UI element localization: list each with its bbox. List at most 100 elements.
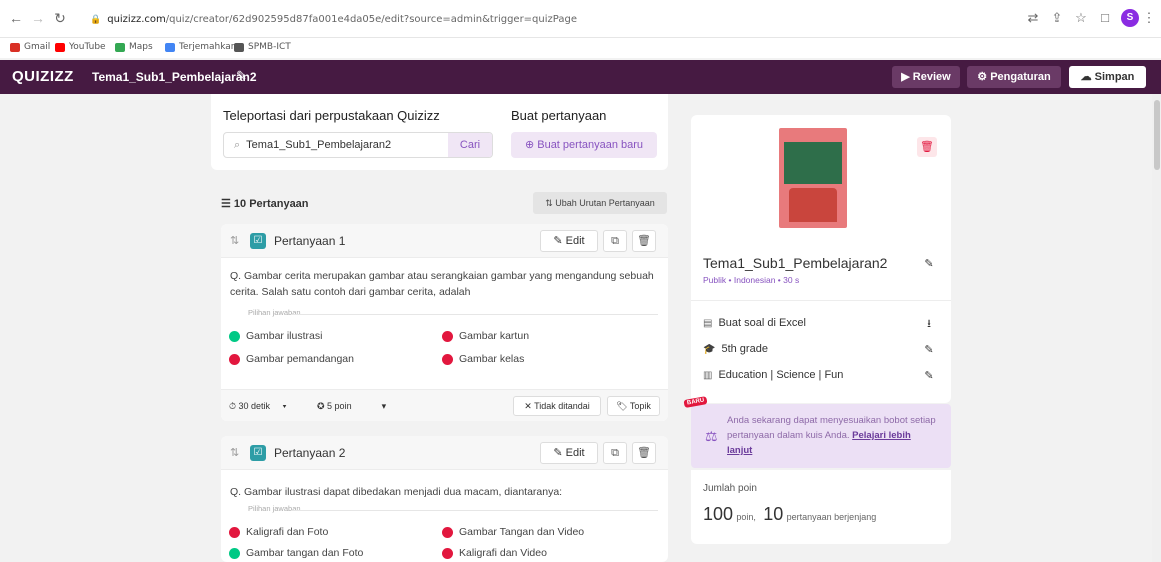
bookmark-youtube[interactable]: YouTube — [55, 42, 106, 52]
reload-icon[interactable]: ↻ — [52, 10, 68, 26]
create-new-question-button[interactable]: ⊕ Buat pertanyaan baru — [511, 132, 657, 158]
app-header: QUIZIZZ Tema1_Sub1_Pembelajaran2 ✎ ▶ Rev… — [0, 60, 1161, 94]
choice-item: Kaligrafi dan Foto — [229, 526, 328, 538]
choice-item: Gambar tangan dan Foto — [229, 547, 363, 559]
points-card: Jumlah poin 100 poin, 10 pertanyaan berj… — [691, 470, 951, 544]
reorder-label: Ubah Urutan Pertanyaan — [555, 198, 655, 208]
bookmark-label: Maps — [129, 42, 153, 52]
quiz-name: Tema1_Sub1_Pembelajaran2 — [703, 255, 888, 271]
search-icon: ⌕ — [234, 139, 241, 151]
grade-row[interactable]: 🎓 5th grade — [703, 343, 768, 355]
duplicate-icon[interactable]: ⧉ — [603, 230, 627, 252]
choice-text: Gambar pemandangan — [246, 353, 354, 365]
cover-figures — [789, 188, 837, 222]
bookmark-gmail[interactable]: Gmail — [10, 42, 50, 52]
choice-text: Kaligrafi dan Video — [459, 547, 547, 559]
topic-button[interactable]: 🏷 Topik — [607, 396, 660, 416]
untagged-label: Tidak ditandai — [534, 401, 590, 411]
choice-item: Gambar kartun — [442, 330, 529, 342]
edit-name-pencil-icon[interactable]: ✎ — [919, 255, 939, 273]
quizizz-logo[interactable]: QUIZIZZ — [12, 68, 74, 85]
bookmark-maps[interactable]: Maps — [115, 42, 153, 52]
forward-icon[interactable]: → — [30, 10, 46, 26]
subjects-row[interactable]: ▥ Education | Science | Fun — [703, 369, 843, 381]
question-card-1: ⇅ ☑ Pertanyaan 1 ✎ Edit ⧉ 🗑 Q. Gambar ce… — [221, 224, 668, 421]
choice-text: Gambar kelas — [459, 353, 525, 365]
quiz-cover-image[interactable] — [779, 128, 847, 228]
translate-bookmark-icon — [165, 42, 175, 52]
choice-item: Gambar kelas — [442, 353, 524, 365]
divider — [291, 510, 658, 511]
multiple-choice-icon: ☑ — [250, 233, 266, 249]
graduation-icon: 🎓 — [703, 343, 716, 355]
sidepanel-icon[interactable]: □ — [1096, 10, 1114, 26]
review-button[interactable]: ▶ Review — [892, 66, 960, 88]
bookmarks-bar: Gmail YouTube Maps Terjemahkan SPMB-ICT — [0, 38, 1161, 58]
bookmark-label: Terjemahkan — [179, 42, 237, 52]
bookmark-label: YouTube — [69, 42, 106, 52]
duplicate-icon[interactable]: ⧉ — [603, 442, 627, 464]
url-path: /quiz/creator/62d902595d87fa001e4da05e/e… — [165, 14, 577, 25]
share-icon[interactable]: ⇪ — [1048, 10, 1066, 26]
address-bar[interactable]: 🔒 quizizz.com/quiz/creator/62d902595d87fa… — [90, 10, 940, 30]
choice-item: Kaligrafi dan Video — [442, 547, 547, 559]
choice-item: Gambar pemandangan — [229, 353, 354, 365]
save-button[interactable]: ☁ Simpan — [1069, 66, 1146, 88]
drag-handle-icon[interactable]: ⇅ — [230, 446, 239, 459]
choice-text: Gambar ilustrasi — [246, 330, 323, 342]
points-select[interactable]: ✪ 5 poin ▾ — [317, 397, 427, 415]
gmail-icon — [10, 42, 20, 52]
back-icon[interactable]: ← — [8, 10, 24, 26]
incorrect-dot-icon — [442, 353, 453, 365]
edit-button[interactable]: ✎ Edit — [540, 230, 598, 252]
choices-label: Pilihan jawaban — [248, 504, 301, 513]
points-value: 5 poin — [327, 401, 352, 411]
points-label: Jumlah poin — [703, 483, 757, 494]
spmb-icon — [234, 42, 244, 52]
choice-text: Gambar Tangan dan Video — [459, 526, 585, 538]
maps-icon — [115, 42, 125, 52]
questions-unit: pertanyaan berjenjang — [786, 512, 877, 522]
question-header: ⇅ ☑ Pertanyaan 2 ✎ Edit ⧉ 🗑 — [221, 436, 668, 470]
scrollbar-thumb[interactable] — [1154, 100, 1160, 170]
quiz-meta[interactable]: Publik • Indonesian • 30 s — [703, 275, 799, 285]
profile-avatar[interactable]: S — [1121, 9, 1139, 27]
bookmark-spmb[interactable]: SPMB-ICT — [234, 42, 291, 52]
menu-kebab-icon[interactable]: ⋮ — [1140, 10, 1158, 26]
promo-text: Anda sekarang dapat menyesuaikan bobot s… — [727, 413, 937, 458]
drag-handle-icon[interactable]: ⇅ — [230, 234, 239, 247]
choices-label: Pilihan jawaban — [248, 308, 301, 317]
delete-icon[interactable]: 🗑 — [632, 230, 656, 252]
question-text: Q. Gambar cerita merupakan gambar atau s… — [230, 270, 654, 298]
excel-row[interactable]: ▤ Buat soal di Excel — [703, 317, 806, 329]
bookmark-translate[interactable]: Terjemahkan — [165, 42, 237, 52]
time-value: 30 detik — [238, 401, 271, 411]
untagged-button[interactable]: ✕ Tidak ditandai — [513, 396, 601, 416]
question-text: Q. Gambar ilustrasi dapat dibedakan menj… — [230, 486, 563, 498]
edit-grade-pencil-icon[interactable]: ✎ — [919, 341, 939, 359]
incorrect-dot-icon — [442, 547, 453, 559]
create-question-title: Buat pertanyaan — [511, 108, 607, 123]
reorder-questions-button[interactable]: ⇅ Ubah Urutan Pertanyaan — [533, 192, 667, 214]
translate-icon[interactable]: ⇄ — [1024, 10, 1042, 26]
delete-cover-icon[interactable]: 🗑 — [917, 137, 937, 157]
incorrect-dot-icon — [229, 526, 240, 538]
time-select[interactable]: ⏱ 30 detik ▾ — [229, 397, 309, 415]
star-icon[interactable]: ☆ — [1072, 10, 1090, 26]
edit-subjects-pencil-icon[interactable]: ✎ — [919, 367, 939, 385]
edit-title-pencil-icon[interactable]: ✎ — [236, 68, 247, 84]
divider — [691, 300, 951, 301]
quiz-details-card: 🗑 Tema1_Sub1_Pembelajaran2 ✎ Publik • In… — [691, 115, 951, 403]
correct-dot-icon — [229, 330, 240, 342]
edit-button[interactable]: ✎ Edit — [540, 442, 598, 464]
quiz-title[interactable]: Tema1_Sub1_Pembelajaran2 — [92, 70, 257, 84]
question-header: ⇅ ☑ Pertanyaan 1 ✎ Edit ⧉ 🗑 — [221, 224, 668, 258]
incorrect-dot-icon — [229, 353, 240, 365]
bookmark-label: Gmail — [24, 42, 51, 52]
search-button[interactable]: Cari — [448, 133, 492, 157]
points-total: 100 — [703, 504, 734, 524]
divider — [291, 314, 658, 315]
upload-icon[interactable]: ⭳ — [919, 315, 939, 333]
settings-button[interactable]: ⚙ Pengaturan — [967, 66, 1061, 88]
delete-icon[interactable]: 🗑 — [632, 442, 656, 464]
